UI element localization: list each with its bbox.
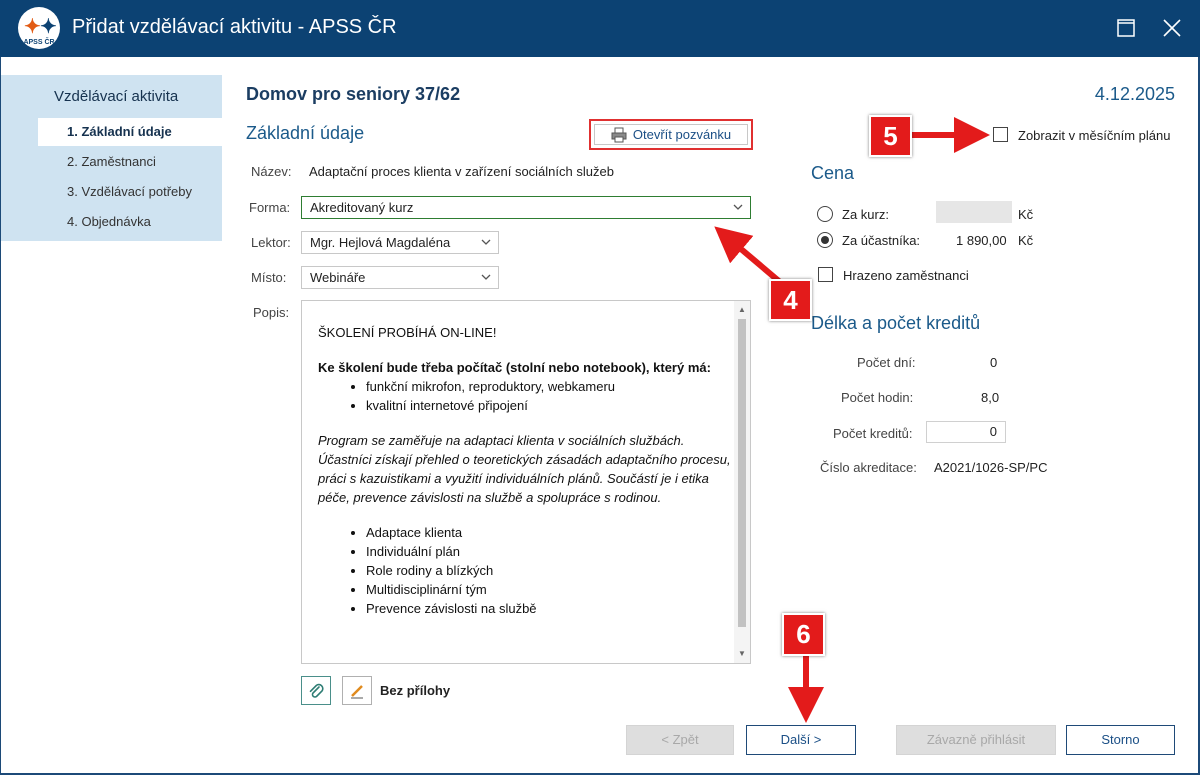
hours-label: Počet hodin: [841,390,914,405]
attachments-status: Bez přílohy [380,683,451,698]
window-title: Přidat vzdělávací aktivitu - APSS ČR [72,16,397,38]
paperclip-icon [309,683,324,698]
description-scrollbar[interactable]: ▲ ▼ [734,301,750,663]
sidebar-item-education-needs[interactable]: 3. Vzdělávací potřeby [38,178,222,206]
annotation-marker-4: 4 [769,279,812,321]
description-program-text: Program se zaměřuje na adaptaci klienta … [318,433,731,505]
name-label: Název: [251,164,292,179]
close-button[interactable] [1152,8,1192,48]
name-value: Adaptační proces klienta v zařízení soci… [309,164,614,179]
lecturer-label: Lektor: [251,235,291,250]
sidebar-item-employees[interactable]: 2. Zaměstnanci [38,148,222,176]
organization-name: Domov pro seniory 37/62 [246,84,461,104]
days-label: Počet dní: [857,355,916,370]
currency-label: Kč [1018,233,1034,248]
list-item: Adaptace klienta [366,523,738,542]
form-label: Forma: [249,200,291,215]
scroll-down-icon[interactable]: ▼ [734,647,750,661]
employee-paid-label: Hrazeno zaměstnanci [843,268,969,283]
apss-logo: ✦ ✦ APSS ČR [18,7,60,49]
section-title-credits: Délka a počet kreditů [811,313,981,333]
days-value: 0 [990,355,998,370]
wizard-steps: Vzdělávací aktivita 1. Základní údaje 2.… [1,75,222,241]
sidebar-title: Vzdělávací aktivita [54,88,179,105]
accreditation-label: Číslo akreditace: [820,460,917,475]
employee-paid-checkbox[interactable] [818,267,833,282]
topics-list: Adaptace klienta Individuální plán Role … [366,523,738,618]
list-item: Prevence závislosti na službě [366,599,738,618]
description-label: Popis: [253,305,290,320]
list-item: funkční mikrofon, reproduktory, webkamer… [366,377,738,396]
cancel-button[interactable]: Storno [1066,725,1175,755]
open-invitation-button[interactable]: Otevřít pozvánku [589,119,753,150]
price-per-participant-label: Za účastníka: [842,233,921,248]
place-selected-value: Webináře [310,270,366,285]
close-icon [1163,19,1181,37]
description-requirements-heading: Ke školení bude třeba počítač (stolní ne… [318,360,711,375]
description-online-note: ŠKOLENÍ PROBÍHÁ ON-LINE! [318,325,497,340]
list-item: Role rodiny a blízkých [366,561,738,580]
sidebar-item-order[interactable]: 4. Objednávka [38,208,222,236]
price-per-participant-radio[interactable] [817,232,833,248]
list-item: kvalitní internetové připojení [366,396,738,415]
register-button[interactable]: Závazně přihlásit [896,725,1056,755]
annotation-marker-6: 6 [782,613,825,656]
accreditation-value: A2021/1026-SP/PC [934,460,1048,475]
current-date: 4.12.2025 [1094,84,1175,104]
place-label: Místo: [251,270,287,285]
window-titlebar: ✦ ✦ APSS ČR Přidat vzdělávací aktivitu -… [0,0,1200,57]
section-title-price: Cena [811,163,855,183]
list-item: Individuální plán [366,542,738,561]
description-content: ŠKOLENÍ PROBÍHÁ ON-LINE! Ke školení bude… [318,323,738,634]
maximize-button[interactable] [1106,8,1146,48]
scroll-up-icon[interactable]: ▲ [734,303,750,317]
price-per-participant-value: 1 890,00 [956,233,1007,248]
arrow-4 [714,226,782,285]
attach-file-button[interactable] [301,676,331,705]
credits-input[interactable]: 0 [926,421,1006,443]
price-per-course-label: Za kurz: [842,207,889,222]
chevron-down-icon [480,267,492,294]
arrow-4-outline [725,234,783,286]
logo-text: APSS ČR [23,39,55,46]
lecturer-selected-value: Mgr. Hejlová Magdaléna [310,235,451,250]
hours-value: 8,0 [981,390,1000,405]
place-select[interactable]: Webináře [301,266,499,289]
section-title-basic: Základní údaje [246,123,365,143]
maximize-icon [1117,19,1135,37]
annotation-marker-5: 5 [869,115,912,157]
open-invitation-label: Otevřít pozvánku [632,127,732,142]
description-editor[interactable]: ŠKOLENÍ PROBÍHÁ ON-LINE! Ke školení bude… [301,300,751,664]
printer-icon [611,127,627,142]
credits-label: Počet kreditů: [833,426,913,441]
monthly-plan-label: Zobrazit v měsíčním plánu [1018,128,1171,143]
currency-label: Kč [1018,207,1034,222]
form-select[interactable]: Akreditovaný kurz [301,196,751,219]
chevron-down-icon [732,197,744,224]
edit-attachment-button[interactable] [342,676,372,705]
pencil-icon [351,684,363,698]
form-selected-value: Akreditovaný kurz [310,200,414,215]
sidebar-item-basic-info[interactable]: 1. Základní údaje [38,118,222,146]
sidebar: Vzdělávací aktivita 1. Základní údaje 2.… [0,57,222,775]
price-per-course-input[interactable] [936,201,1012,223]
monthly-plan-checkbox[interactable] [993,127,1008,142]
logo-figure-left: ✦ [24,16,41,38]
next-button[interactable]: Další > [746,725,856,755]
requirements-list: funkční mikrofon, reproduktory, webkamer… [366,377,738,415]
list-item: Multidisciplinární tým [366,580,738,599]
lecturer-select[interactable]: Mgr. Hejlová Magdaléna [301,231,499,254]
chevron-down-icon [480,232,492,259]
scrollbar-thumb[interactable] [738,319,746,627]
price-per-course-radio[interactable] [817,206,833,222]
logo-figure-right: ✦ [40,16,57,38]
back-button[interactable]: < Zpět [626,725,734,755]
